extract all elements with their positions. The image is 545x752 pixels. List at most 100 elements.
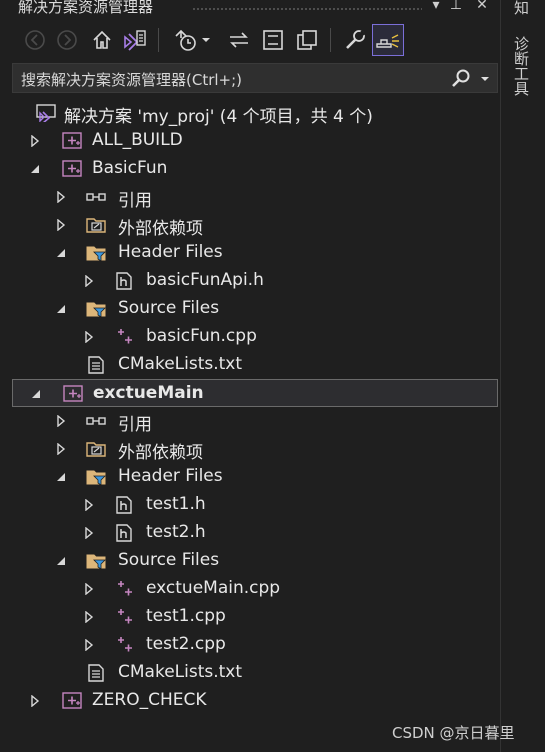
tree-node-label: exctueMain.cpp [146, 578, 281, 598]
title-bar[interactable]: 解决方案资源管理器 ▾ ⊥ ✕ [0, 0, 500, 18]
solution-node[interactable]: 解决方案 'my_proj' (4 个项目，共 4 个) [12, 99, 498, 127]
tree-node-project[interactable]: ALL_BUILD [12, 127, 498, 155]
rail-tab-diagnostic-tools[interactable]: 诊断工具 [511, 36, 532, 96]
tree-node-label: test2.cpp [146, 634, 226, 654]
tree-node-label: Source Files [118, 550, 220, 570]
tree-node-label: Source Files [118, 298, 220, 318]
search-options-dropdown-icon[interactable] [480, 76, 490, 84]
collapse-arrow-icon[interactable] [30, 163, 40, 175]
tree-node-cpp[interactable]: test1.cpp [12, 603, 498, 631]
tree-node-label: CMakeLists.txt [118, 662, 243, 682]
tree-node-label: 引用 [118, 191, 152, 211]
tree-node-filter[interactable]: Source Files [12, 547, 498, 575]
tree-node-filter[interactable]: Header Files [12, 463, 498, 491]
tree-node-header[interactable]: test1.h [12, 491, 498, 519]
tree-node-filter[interactable]: Source Files [12, 295, 498, 323]
expand-arrow-icon[interactable] [84, 499, 94, 511]
tree-node-project[interactable]: exctueMain [12, 379, 498, 407]
expand-arrow-icon[interactable] [30, 695, 40, 707]
tree-node-project[interactable]: ZERO_CHECK [12, 687, 498, 715]
expand-arrow-icon[interactable] [84, 331, 94, 343]
collapse-arrow-icon[interactable] [56, 555, 66, 567]
tree-node-project[interactable]: BasicFun [12, 155, 498, 183]
tree-node-label: test1.cpp [146, 606, 226, 626]
side-tool-rail: 知 诊断工具 [500, 0, 545, 752]
tree-node-external[interactable]: 外部依赖项 [12, 211, 498, 239]
drag-grip[interactable] [192, 7, 422, 12]
text-file-icon [88, 664, 104, 682]
tree-node-txt[interactable]: CMakeLists.txt [12, 659, 498, 687]
external-dependencies-icon [86, 442, 106, 457]
rail-tab-notifications[interactable]: 知 [511, 0, 532, 15]
filter-folder-icon [86, 554, 106, 570]
collapse-all-button[interactable] [258, 24, 288, 56]
cpp-file-icon [118, 329, 132, 344]
tree-node-references[interactable]: 引用 [12, 183, 498, 211]
search-input[interactable]: 搜索解决方案资源管理器(Ctrl+;) [21, 69, 242, 90]
tree-node-label: test2.h [146, 522, 206, 542]
back-arrow-icon [25, 30, 45, 50]
dropdown-arrow-icon [202, 38, 210, 42]
collapse-arrow-icon[interactable] [56, 303, 66, 315]
project-icon [62, 160, 82, 177]
expand-arrow-icon[interactable] [56, 219, 66, 231]
tree-node-cpp[interactable]: test2.cpp [12, 631, 498, 659]
expand-arrow-icon[interactable] [84, 639, 94, 651]
tree-node-cpp[interactable]: basicFun.cpp [12, 323, 498, 351]
external-dependencies-icon [86, 218, 106, 233]
show-all-files-button[interactable] [292, 24, 322, 56]
tree-node-header[interactable]: basicFunApi.h [12, 267, 498, 295]
properties-button[interactable] [340, 24, 370, 56]
expand-arrow-icon[interactable] [30, 135, 40, 147]
sync-icon [230, 32, 248, 48]
watermark: CSDN @京日暮里 [392, 724, 515, 742]
back-button[interactable] [20, 24, 50, 56]
expand-arrow-icon[interactable] [84, 275, 94, 287]
tree-node-label: test1.h [146, 494, 206, 514]
tree-node-cpp[interactable]: exctueMain.cpp [12, 575, 498, 603]
tree-node-txt[interactable]: CMakeLists.txt [12, 351, 498, 379]
forward-button[interactable] [52, 24, 82, 56]
pending-changes-icon [175, 29, 196, 51]
tree-node-filter[interactable]: Header Files [12, 239, 498, 267]
expand-arrow-icon[interactable] [84, 611, 94, 623]
toolbar [0, 20, 500, 60]
tree-node-references[interactable]: 引用 [12, 407, 498, 435]
header-file-icon [116, 524, 132, 542]
collapse-arrow-icon[interactable] [56, 247, 66, 259]
pending-changes-button[interactable] [170, 24, 200, 56]
expand-arrow-icon[interactable] [84, 583, 94, 595]
project-icon [62, 132, 82, 149]
search-icon[interactable] [451, 69, 471, 89]
expand-arrow-icon[interactable] [56, 415, 66, 427]
tree-node-label: CMakeLists.txt [118, 354, 243, 374]
tree-node-label: ZERO_CHECK [92, 690, 207, 710]
pending-changes-dropdown[interactable] [198, 24, 214, 56]
tree-node-external[interactable]: 外部依赖项 [12, 435, 498, 463]
home-button[interactable] [87, 24, 117, 56]
window-position-dropdown-icon[interactable]: ▾ [428, 0, 444, 13]
expand-arrow-icon[interactable] [84, 527, 94, 539]
tree-node-label: Header Files [118, 242, 223, 262]
collapse-arrow-icon[interactable] [56, 471, 66, 483]
collapse-arrow-icon[interactable] [31, 388, 41, 400]
forward-arrow-icon [57, 30, 77, 50]
expand-arrow-icon[interactable] [56, 191, 66, 203]
tree-node-label: 引用 [118, 415, 152, 435]
references-icon [86, 193, 106, 201]
filter-folder-icon [86, 302, 106, 318]
show-all-files-icon [297, 30, 317, 50]
expand-arrow-icon[interactable] [56, 443, 66, 455]
search-box[interactable]: 搜索解决方案资源管理器(Ctrl+;) [12, 63, 498, 93]
switch-view-button[interactable] [120, 24, 150, 56]
panel-title: 解决方案资源管理器 [18, 0, 154, 16]
vs-switch-view-icon [124, 30, 146, 51]
close-icon[interactable]: ✕ [474, 0, 490, 13]
preview-selected-items-button[interactable] [372, 24, 404, 56]
pin-icon[interactable]: ⊥ [448, 0, 464, 13]
tree-node-header[interactable]: test2.h [12, 519, 498, 547]
cpp-file-icon [118, 637, 132, 652]
preview-selected-icon [376, 34, 399, 48]
sync-with-active-document-button[interactable] [224, 24, 254, 56]
cpp-file-icon [118, 581, 132, 596]
